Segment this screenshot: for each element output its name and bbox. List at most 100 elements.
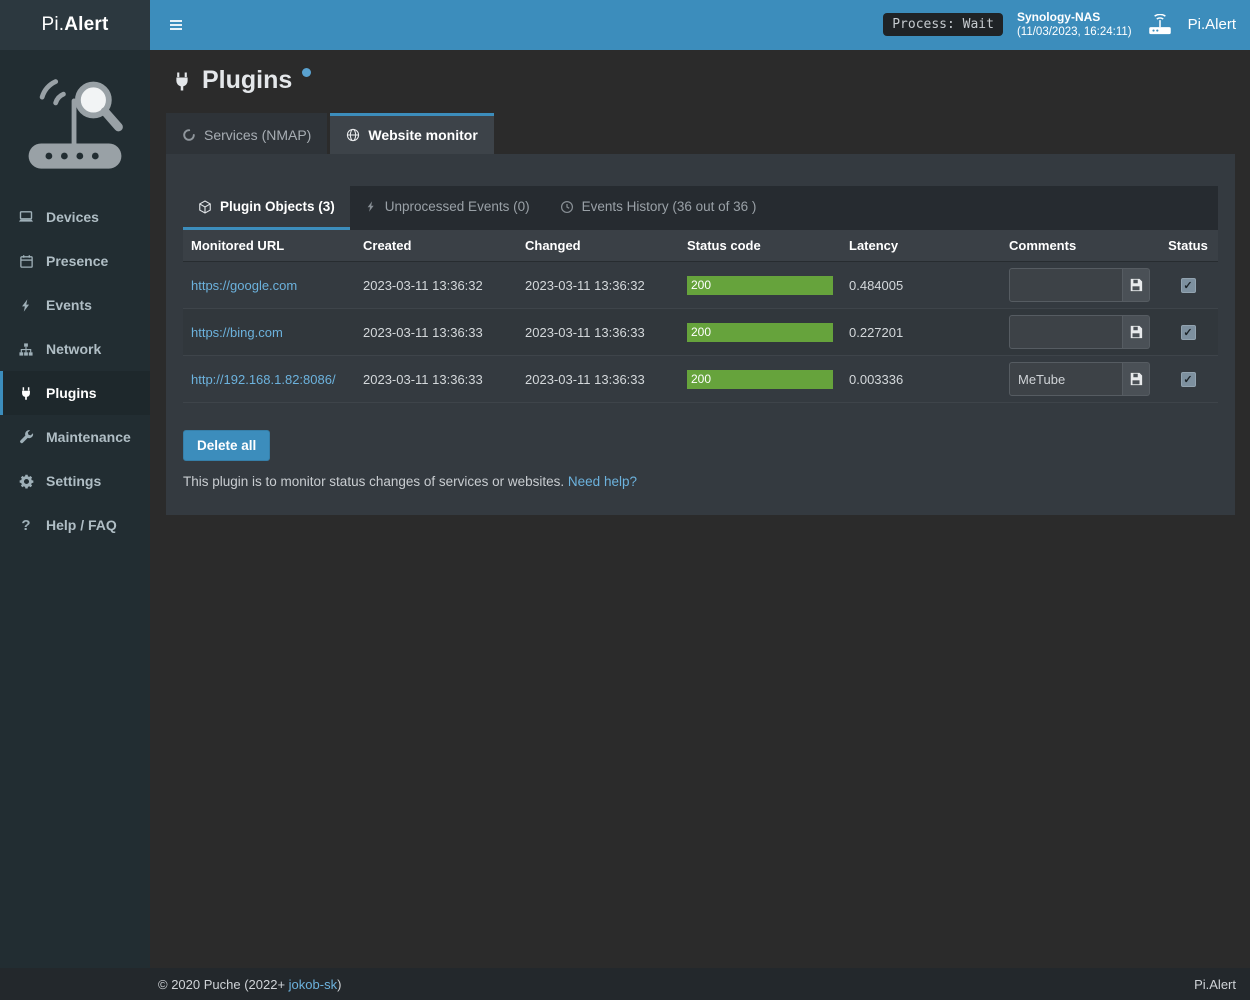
comment-input[interactable] [1009, 268, 1123, 302]
sidebar-item-maintenance[interactable]: Maintenance [0, 415, 150, 459]
column-header-created: Created [355, 230, 517, 262]
plugin-table-body: https://google.com 2023-03-11 13:36:32 2… [183, 262, 1218, 403]
footer: © 2020 Puche (2022+ jokob-sk) Pi.Alert [0, 968, 1250, 1000]
globe-icon [346, 128, 360, 142]
calendar-icon [17, 254, 35, 269]
changed-cell: 2023-03-11 13:36:32 [517, 262, 679, 309]
sidebar-nav: Devices Presence Events Network [0, 195, 150, 547]
changed-cell: 2023-03-11 13:36:33 [517, 356, 679, 403]
need-help-link[interactable]: Need help? [568, 474, 637, 489]
column-header-comments: Comments [1001, 230, 1158, 262]
delete-all-button[interactable]: Delete all [183, 430, 270, 461]
sidebar-toggle-button[interactable] [150, 0, 202, 50]
clock-icon [560, 200, 574, 214]
sidebar-item-settings[interactable]: Settings [0, 459, 150, 503]
table-row: https://bing.com 2023-03-11 13:36:33 202… [183, 309, 1218, 356]
plugin-help-text: This plugin is to monitor status changes… [183, 474, 1218, 489]
laptop-icon [17, 209, 35, 225]
tab-label: Events History (36 out of 36 ) [582, 199, 757, 214]
question-icon: ? [17, 517, 35, 534]
created-cell: 2023-03-11 13:36:33 [355, 356, 517, 403]
main-content: Plugins Services (NMAP) Website monitor [150, 50, 1250, 968]
column-header-changed: Changed [517, 230, 679, 262]
created-cell: 2023-03-11 13:36:32 [355, 262, 517, 309]
sidebar-item-label: Maintenance [46, 429, 131, 445]
sidebar-item-events[interactable]: Events [0, 283, 150, 327]
pialert-logo [0, 50, 150, 195]
plugin-section-tabs: Plugin Objects (3) Unprocessed Events (0… [183, 186, 1218, 230]
save-icon [1129, 372, 1143, 386]
status-checkbox[interactable]: ✓ [1181, 325, 1196, 340]
plugin-tabs: Services (NMAP) Website monitor [166, 113, 1235, 154]
comment-input[interactable] [1009, 315, 1123, 349]
save-comment-button[interactable] [1123, 268, 1150, 302]
sidebar-item-devices[interactable]: Devices [0, 195, 150, 239]
sidebar-item-label: Events [46, 297, 92, 313]
status-code-bar: 200 [687, 276, 833, 295]
footer-copyright: © 2020 Puche (2022+ jokob-sk) [158, 977, 341, 992]
tab-unprocessed-events[interactable]: Unprocessed Events (0) [350, 186, 545, 230]
tab-events-history[interactable]: Events History (36 out of 36 ) [545, 186, 772, 230]
tab-plugin-objects[interactable]: Plugin Objects (3) [183, 186, 350, 230]
sidebar-item-presence[interactable]: Presence [0, 239, 150, 283]
monitored-url-link[interactable]: https://google.com [191, 278, 297, 293]
monitored-url-link[interactable]: https://bing.com [191, 325, 283, 340]
navbar: Process: Wait Synology-NAS (11/03/2023, … [150, 0, 1250, 50]
brand-logo[interactable]: Pi.Alert [0, 0, 150, 50]
sidebar: Devices Presence Events Network [0, 50, 150, 968]
status-checkbox[interactable]: ✓ [1181, 278, 1196, 293]
tab-label: Plugin Objects (3) [220, 199, 335, 214]
column-header-status: Status [1158, 230, 1218, 262]
page-title: Plugins [172, 66, 1235, 95]
bolt-icon [365, 200, 377, 213]
latency-cell: 0.003336 [841, 356, 1001, 403]
comment-group [1009, 362, 1150, 396]
navbar-right: Process: Wait Synology-NAS (11/03/2023, … [883, 9, 1236, 41]
navbar-app-name: Pi.Alert [1188, 16, 1236, 33]
table-row: https://google.com 2023-03-11 13:36:32 2… [183, 262, 1218, 309]
status-code-bar: 200 [687, 323, 833, 342]
status-checkbox[interactable]: ✓ [1181, 372, 1196, 387]
host-timestamp: (11/03/2023, 16:24:11) [1017, 25, 1132, 41]
plug-icon [172, 71, 192, 92]
comment-input[interactable] [1009, 362, 1123, 396]
spinner-icon [182, 128, 196, 142]
created-cell: 2023-03-11 13:36:33 [355, 309, 517, 356]
save-comment-button[interactable] [1123, 362, 1150, 396]
hamburger-icon [168, 17, 184, 33]
sidebar-item-network[interactable]: Network [0, 327, 150, 371]
page-title-text: Plugins [202, 66, 292, 95]
latency-cell: 0.484005 [841, 262, 1001, 309]
router-icon [1146, 14, 1174, 36]
website-monitor-panel: Plugin Objects (3) Unprocessed Events (0… [166, 154, 1235, 515]
tab-website-monitor[interactable]: Website monitor [330, 113, 493, 154]
monitored-urls-table: Monitored URL Created Changed Status cod… [183, 230, 1218, 403]
sidebar-item-label: Plugins [46, 385, 97, 401]
comment-group [1009, 268, 1150, 302]
changed-cell: 2023-03-11 13:36:33 [517, 309, 679, 356]
host-name: Synology-NAS [1017, 9, 1132, 25]
comment-group [1009, 315, 1150, 349]
sidebar-item-label: Presence [46, 253, 108, 269]
save-icon [1129, 325, 1143, 339]
sidebar-item-label: Help / FAQ [46, 517, 117, 533]
sidebar-item-plugins[interactable]: Plugins [0, 371, 150, 415]
cube-icon [198, 200, 212, 214]
sidebar-item-label: Network [46, 341, 101, 357]
plugins-info-badge[interactable] [302, 68, 311, 77]
tab-label: Unprocessed Events (0) [385, 199, 530, 214]
sitemap-icon [17, 342, 35, 357]
save-comment-button[interactable] [1123, 315, 1150, 349]
monitored-url-link[interactable]: http://192.168.1.82:8086/ [191, 372, 336, 387]
sidebar-item-help-faq[interactable]: ? Help / FAQ [0, 503, 150, 547]
brand-prefix: Pi. [41, 14, 64, 36]
tab-services-nmap[interactable]: Services (NMAP) [166, 113, 327, 154]
status-code-bar: 200 [687, 370, 833, 389]
tab-label: Website monitor [368, 127, 477, 143]
footer-brand: Pi.Alert [1194, 977, 1236, 992]
sidebar-item-label: Settings [46, 473, 101, 489]
process-status-badge: Process: Wait [883, 13, 1003, 36]
top-header: Pi.Alert Process: Wait Synology-NAS (11/… [0, 0, 1250, 50]
author-link[interactable]: jokob-sk [289, 977, 337, 992]
column-header-status-code: Status code [679, 230, 841, 262]
